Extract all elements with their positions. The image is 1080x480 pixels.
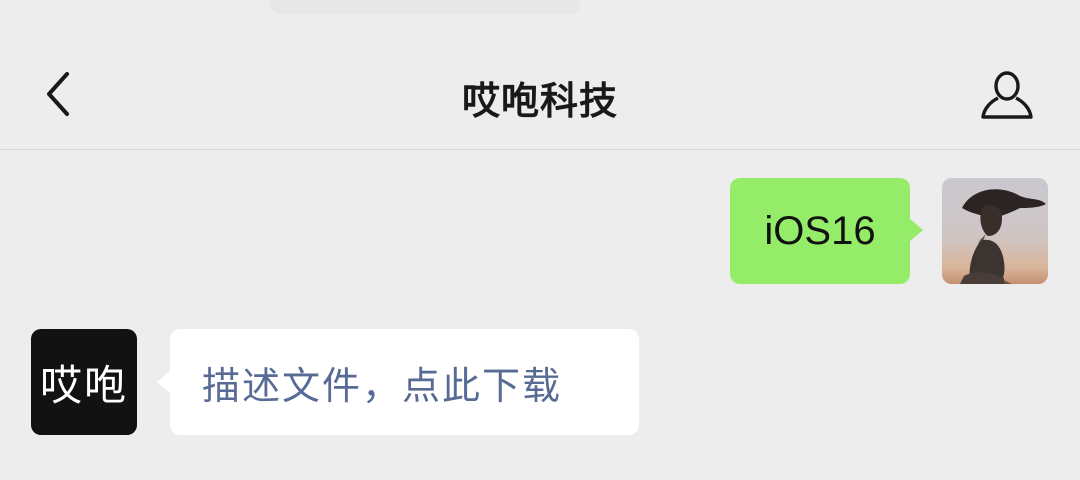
sender-avatar-text: 哎咆 (39, 360, 128, 410)
user-photo-avatar (942, 178, 1048, 284)
back-button[interactable] (28, 64, 88, 124)
status-strip (270, 0, 580, 14)
sent-message-bubble[interactable]: iOS16 (730, 178, 923, 284)
received-message-text: 描述文件，点此下载 (202, 363, 563, 408)
user-avatar[interactable] (942, 178, 1048, 284)
download-link-message[interactable]: 描述文件，点此下载 (157, 329, 639, 435)
navigation-bar: 哎咆科技 (0, 0, 1080, 150)
person-icon (981, 71, 1033, 119)
chat-info-button[interactable] (972, 64, 1042, 128)
sender-avatar[interactable]: 哎咆 (31, 329, 137, 435)
sent-message-text: iOS16 (764, 208, 876, 253)
chat-title: 哎咆科技 (461, 79, 618, 123)
chevron-left-icon (47, 72, 69, 116)
